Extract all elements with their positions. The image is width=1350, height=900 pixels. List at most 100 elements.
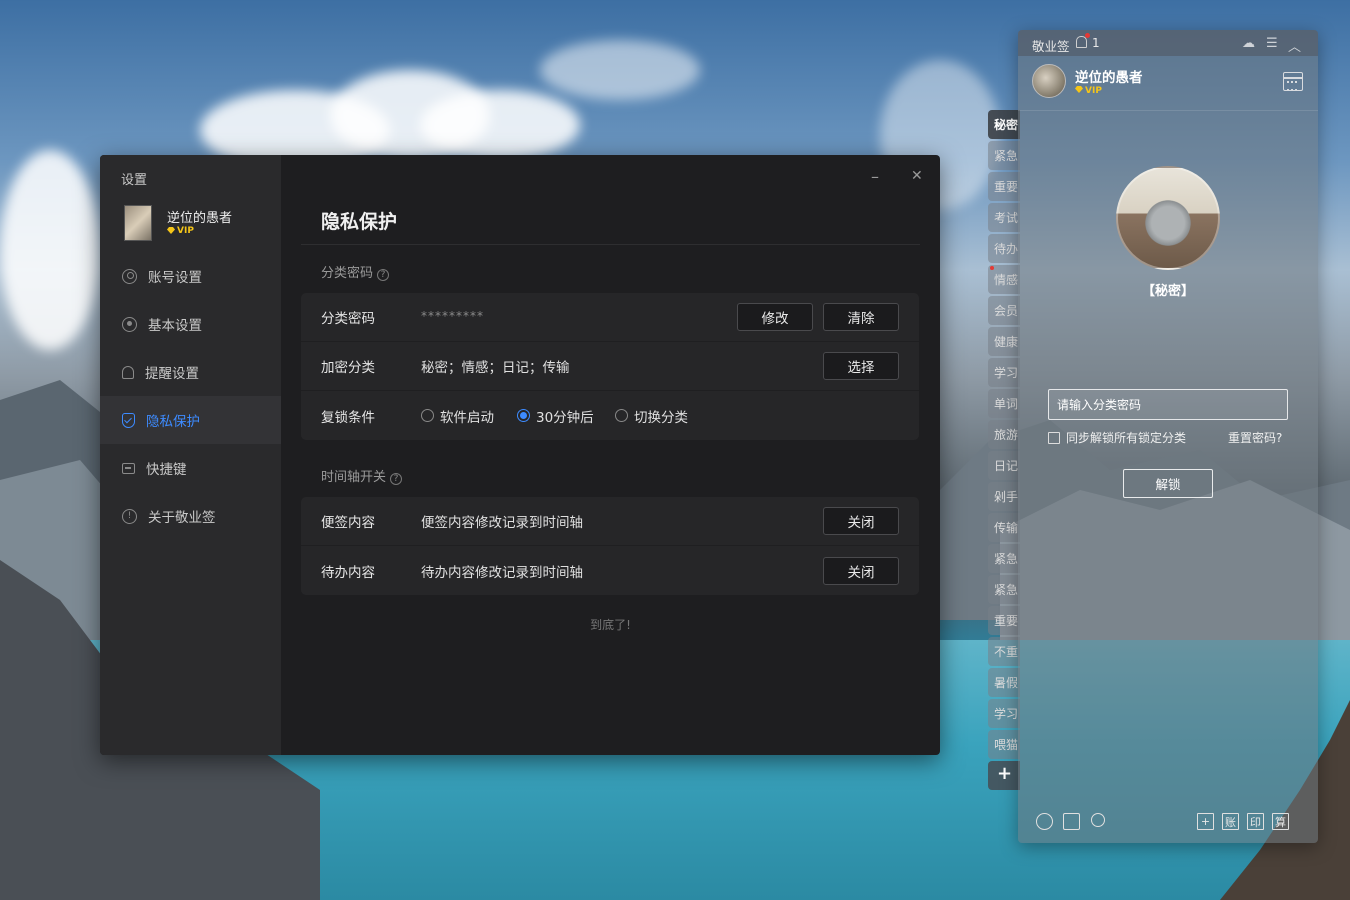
radio-dot <box>421 409 434 422</box>
note-bottom-toolbar: + 账 印 算 <box>1018 801 1318 843</box>
row-description: 待办内容修改记录到时间轴 <box>421 564 583 581</box>
shield-icon <box>122 412 135 428</box>
row-encrypted-categories: 加密分类 秘密；情感；日记；传输 选择 <box>301 342 919 391</box>
sync-unlock-checkbox[interactable] <box>1048 431 1060 444</box>
close-button[interactable]: ✕ <box>911 168 923 184</box>
radio-switch-category[interactable]: 切换分类 <box>615 406 688 426</box>
row-label: 分类密码 <box>321 311 375 327</box>
category-cat-avatar <box>1116 166 1220 270</box>
diamond-icon <box>1075 86 1083 93</box>
category-tab[interactable]: 重要 <box>988 172 1020 201</box>
nav-item-label: 提醒设置 <box>145 366 199 382</box>
account-icon <box>122 268 137 284</box>
category-tab[interactable]: 学习 <box>988 699 1020 728</box>
app-name: 敬业签 <box>1032 39 1070 54</box>
category-tab[interactable]: 传输 <box>988 513 1020 542</box>
clock-icon[interactable] <box>1036 813 1053 830</box>
category-tab[interactable]: 紧急 <box>988 575 1020 604</box>
cloud <box>420 90 580 160</box>
cloud <box>540 40 700 100</box>
category-tab[interactable]: 日记 <box>988 451 1020 480</box>
clear-button[interactable]: 清除 <box>823 303 899 331</box>
category-tabs: 秘密 紧急 重要 考试 待办 情感 会员 健康 学习 单词 旅游 日记 剁手 传输 紧急 紧急 重要 不重 暑假 学习… <box>988 110 1020 792</box>
nav-item-label: 快捷键 <box>146 462 187 478</box>
help-icon[interactable]: ? <box>390 473 403 485</box>
todo-timeline-close-button[interactable]: 关闭 <box>823 556 899 585</box>
select-button[interactable]: 选择 <box>823 352 899 380</box>
category-tab[interactable]: 剁手 <box>988 482 1020 511</box>
category-tab[interactable]: 情感 <box>988 265 1020 294</box>
sync-unlock-option[interactable]: 同步解锁所有锁定分类 <box>1048 429 1186 446</box>
category-tab[interactable]: 健康 <box>988 327 1020 356</box>
minimize-button[interactable]: – <box>871 167 879 186</box>
account-book-icon[interactable]: 账 <box>1222 813 1239 830</box>
radio-label: 30分钟后 <box>536 409 594 426</box>
section-title: 分类密码 <box>321 266 374 281</box>
todo-check-icon[interactable] <box>1063 813 1080 830</box>
row-label: 复锁条件 <box>321 409 375 426</box>
nav-item-label: 隐私保护 <box>146 414 200 430</box>
menu-icon[interactable]: ☰ <box>1266 36 1278 51</box>
radio-label: 软件启动 <box>440 409 494 426</box>
settings-window: 设置 逆位的愚者 VIP 账号设置 基本设置 提醒设置 隐私保护 快捷键 ! 关… <box>100 155 940 755</box>
category-tab[interactable]: 单词 <box>988 389 1020 418</box>
row-label: 便签内容 <box>321 515 375 531</box>
reset-password-link[interactable]: 重置密码? <box>1228 429 1282 446</box>
nav-item-about[interactable]: ! 关于敬业签 <box>100 492 281 540</box>
category-tab[interactable]: 重要 <box>988 606 1020 635</box>
category-tab[interactable]: 会员 <box>988 296 1020 325</box>
radio-dot <box>615 409 628 422</box>
print-icon[interactable]: 印 <box>1247 813 1264 830</box>
radio-30-minutes[interactable]: 30分钟后 <box>517 406 594 426</box>
category-tab[interactable]: 旅游 <box>988 420 1020 449</box>
settings-nav: 账号设置 基本设置 提醒设置 隐私保护 快捷键 ! 关于敬业签 <box>100 252 281 540</box>
avatar[interactable] <box>1032 64 1066 98</box>
unlock-button[interactable]: 解锁 <box>1123 469 1213 498</box>
username: 逆位的愚者 <box>1075 70 1143 86</box>
row-label: 加密分类 <box>321 360 375 376</box>
note-timeline-close-button[interactable]: 关闭 <box>823 507 899 535</box>
add-category-button[interactable]: + <box>988 761 1020 790</box>
radio-dot-selected <box>517 409 530 422</box>
row-note-content: 便签内容 便签内容修改记录到时间轴 关闭 <box>301 497 919 546</box>
nav-item-shortcuts[interactable]: 快捷键 <box>100 444 281 492</box>
category-tab[interactable]: 学习 <box>988 358 1020 387</box>
divider <box>1018 110 1318 111</box>
category-tab[interactable]: 暑假 <box>988 668 1020 697</box>
vip-label: VIP <box>1085 86 1102 96</box>
calendar-icon[interactable] <box>1283 72 1303 91</box>
timeline-panel: 便签内容 便签内容修改记录到时间轴 关闭 待办内容 待办内容修改记录到时间轴 关… <box>301 497 919 595</box>
nav-item-account[interactable]: 账号设置 <box>100 252 281 300</box>
nav-item-label: 账号设置 <box>148 270 202 286</box>
category-tab[interactable]: 秘密 <box>988 110 1020 139</box>
row-category-password: 分类密码 ********* 修改 清除 <box>301 293 919 342</box>
checkbox-label: 同步解锁所有锁定分类 <box>1066 431 1187 445</box>
category-tab[interactable]: 不重 <box>988 637 1020 666</box>
calculator-icon[interactable]: 算 <box>1272 813 1289 830</box>
category-tab[interactable]: 待办 <box>988 234 1020 263</box>
help-icon[interactable]: ? <box>377 269 390 281</box>
password-mask: ********* <box>421 309 484 323</box>
nav-item-privacy[interactable]: 隐私保护 <box>100 396 281 444</box>
radio-software-start[interactable]: 软件启动 <box>421 406 494 426</box>
category-tab[interactable]: 紧急 <box>988 141 1020 170</box>
info-icon: ! <box>122 508 137 524</box>
nav-item-reminder[interactable]: 提醒设置 <box>100 348 281 396</box>
category-tab[interactable]: 考试 <box>988 203 1020 232</box>
collapse-icon[interactable]: ︿ <box>1288 36 1301 55</box>
search-icon[interactable] <box>1091 813 1105 827</box>
row-todo-content: 待办内容 待办内容修改记录到时间轴 关闭 <box>301 546 919 595</box>
nav-item-label: 关于敬业签 <box>148 510 216 526</box>
modify-button[interactable]: 修改 <box>737 303 813 331</box>
notification-bell-icon[interactable] <box>1076 33 1090 48</box>
category-tab[interactable]: 紧急 <box>988 544 1020 573</box>
category-tab[interactable]: 喂猫 <box>988 730 1020 759</box>
category-password-panel: 分类密码 ********* 修改 清除 加密分类 秘密；情感；日记；传输 选择… <box>301 293 919 440</box>
category-password-input[interactable] <box>1048 389 1288 420</box>
user-profile[interactable]: 逆位的愚者 VIP <box>124 205 274 245</box>
add-icon[interactable]: + <box>1197 813 1214 830</box>
cloud-sync-icon[interactable]: ☁ <box>1242 36 1255 51</box>
cloud <box>0 150 100 350</box>
notification-count: 1 <box>1092 36 1100 50</box>
nav-item-basic[interactable]: 基本设置 <box>100 300 281 348</box>
